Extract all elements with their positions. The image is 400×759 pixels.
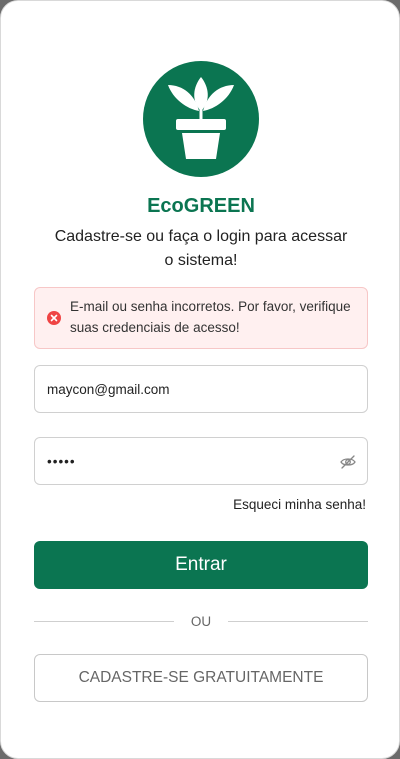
forgot-password-link[interactable]: Esqueci minha senha!	[233, 497, 366, 512]
page-subtitle: Cadastre-se ou faça o login para acessar…	[54, 228, 348, 269]
email-field-wrapper	[34, 365, 368, 413]
error-message: E-mail ou senha incorretos. Por favor, v…	[70, 299, 351, 335]
register-button[interactable]: CADASTRE-SE GRATUITAMENTE	[34, 654, 368, 702]
error-alert: E-mail ou senha incorretos. Por favor, v…	[34, 287, 368, 349]
password-field-wrapper	[34, 437, 368, 485]
divider-line-right	[228, 621, 368, 622]
email-input[interactable]	[35, 366, 367, 412]
login-button[interactable]: Entrar	[34, 541, 368, 589]
eye-off-icon[interactable]	[339, 453, 357, 471]
error-x-icon	[47, 311, 61, 325]
password-input[interactable]	[35, 438, 367, 484]
login-card: EcoGREEN Cadastre-se ou faça o login par…	[0, 0, 400, 759]
brand-name: EcoGREEN	[147, 195, 255, 217]
plant-pot-icon	[143, 61, 259, 177]
